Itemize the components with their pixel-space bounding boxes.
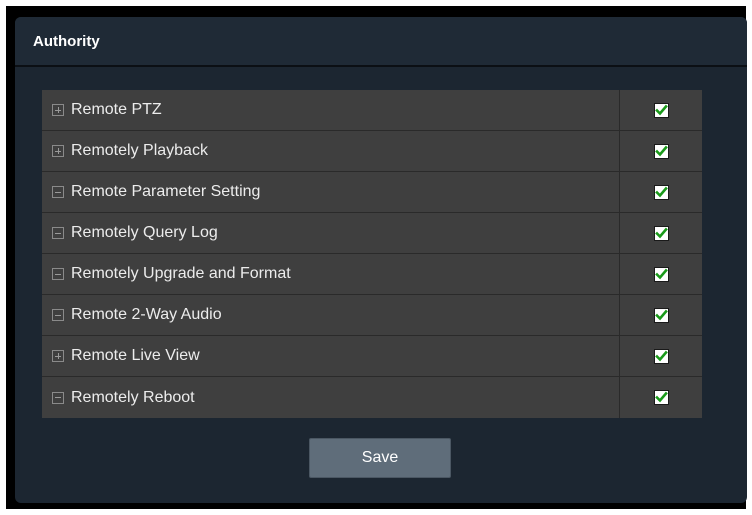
collapse-minus-icon[interactable] [52,227,64,239]
permission-checkbox[interactable] [653,225,669,241]
permission-check-cell [620,90,702,130]
expand-plus-icon[interactable] [52,145,64,157]
checkmark-icon [654,186,668,197]
checkmark-icon [654,268,668,279]
permission-row-remotely-query-log: Remotely Query Log [42,213,702,254]
permission-label-cell: Remotely Reboot [42,377,620,418]
expand-plus-icon[interactable] [52,350,64,362]
permission-label-cell: Remote Live View [42,336,620,376]
permission-label: Remote Parameter Setting [71,183,261,200]
checkmark-icon [654,145,668,156]
permission-label-cell: Remote Parameter Setting [42,172,620,212]
permission-label: Remote PTZ [71,101,162,118]
permission-row-remote-ptz: Remote PTZ [42,90,702,131]
permission-label: Remotely Query Log [71,224,218,241]
panel-title: Authority [33,32,100,50]
permission-check-cell [620,254,702,294]
permission-row-remotely-upgrade-and-format: Remotely Upgrade and Format [42,254,702,295]
permission-row-remote-parameter-setting: Remote Parameter Setting [42,172,702,213]
permission-label-cell: Remotely Query Log [42,213,620,253]
collapse-minus-icon[interactable] [52,391,64,404]
permission-label-cell: Remote 2-Way Audio [42,295,620,335]
permission-label-cell: Remote PTZ [42,90,620,130]
save-button[interactable]: Save [309,438,451,478]
permission-label: Remote 2-Way Audio [71,306,222,323]
checkmark-icon [654,391,668,403]
permission-checkbox[interactable] [653,348,669,364]
panel-header: Authority [15,17,747,67]
permission-label: Remote Live View [71,347,200,364]
permission-row-remote-2-way-audio: Remote 2-Way Audio [42,295,702,336]
permission-checkbox[interactable] [653,307,669,323]
permissions-table: Remote PTZ Remotely Playback Remote Para… [42,90,702,418]
permission-checkbox[interactable] [653,390,669,405]
permission-check-cell [620,131,702,171]
permission-checkbox[interactable] [653,143,669,159]
permission-label: Remotely Upgrade and Format [71,265,291,282]
permission-label-cell: Remotely Upgrade and Format [42,254,620,294]
permission-checkbox[interactable] [653,102,669,118]
permission-check-cell [620,172,702,212]
permission-label-cell: Remotely Playback [42,131,620,171]
permission-checkbox[interactable] [653,184,669,200]
permission-row-remotely-playback: Remotely Playback [42,131,702,172]
permission-check-cell [620,295,702,335]
permission-label: Remotely Reboot [71,388,195,406]
permission-label: Remotely Playback [71,142,208,159]
permission-check-cell [620,336,702,376]
checkmark-icon [654,227,668,238]
collapse-minus-icon[interactable] [52,309,64,321]
permission-check-cell [620,213,702,253]
permission-check-cell [620,377,702,418]
permission-row-remote-live-view: Remote Live View [42,336,702,377]
permission-row-remotely-reboot: Remotely Reboot [42,377,702,418]
expand-plus-icon[interactable] [52,104,64,116]
checkmark-icon [654,350,668,361]
permission-checkbox[interactable] [653,266,669,282]
collapse-minus-icon[interactable] [52,186,64,198]
checkmark-icon [654,104,668,115]
checkmark-icon [654,309,668,320]
authority-panel: Authority Remote PTZ Remotely Playback R… [15,17,747,503]
collapse-minus-icon[interactable] [52,268,64,280]
